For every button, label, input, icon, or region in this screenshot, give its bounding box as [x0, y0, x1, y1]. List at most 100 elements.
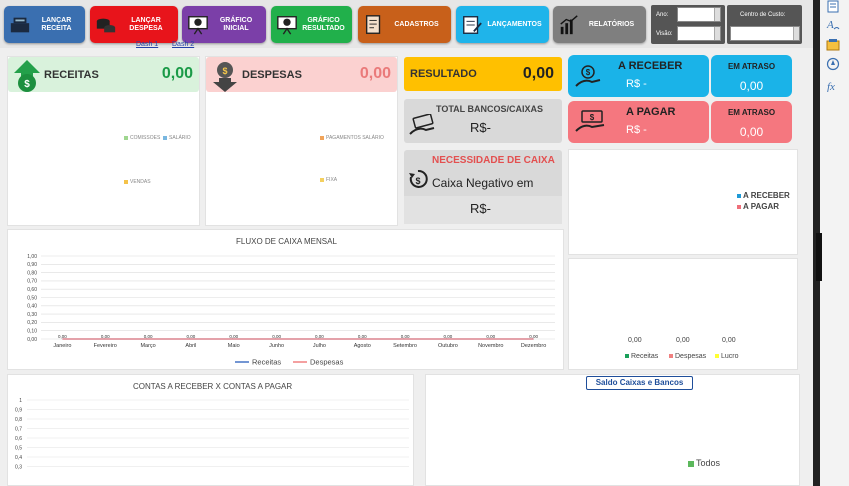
visao-label: Visão:	[656, 31, 673, 37]
necessidade-label: NECESSIDADE DE CAIXA	[432, 155, 555, 166]
ano-label: Ano:	[656, 12, 669, 18]
y-tick-label: 0,3	[15, 464, 22, 470]
money-hand-icon	[409, 114, 435, 135]
despesas-value: 0,00	[359, 65, 391, 82]
a-pagar-atraso-value: 0,00	[739, 125, 764, 139]
y-tick-label: 0,30	[27, 312, 37, 318]
styles-icon[interactable]: A	[826, 17, 840, 31]
navigator-icon[interactable]	[826, 57, 840, 71]
a-receber-atraso-value: 0,00	[739, 79, 764, 93]
centro-custo-select[interactable]	[730, 26, 800, 41]
cash-cycle-icon: $	[409, 169, 428, 188]
legend-a-receber: A RECEBER	[737, 191, 790, 200]
x-tick-label: Junho	[269, 343, 284, 349]
x-tick-label: Março	[140, 343, 155, 349]
resultado-label: RESULTADO	[410, 68, 477, 80]
despesas-kpi: $ DESPESAS 0,00	[206, 57, 397, 92]
total-bancos-value: R$-	[470, 120, 491, 135]
x-tick-label: Dezembro	[521, 343, 546, 349]
money-hand-icon: $	[575, 65, 601, 87]
y-tick-label: 0,00	[27, 337, 37, 343]
registration-icon	[365, 14, 381, 34]
money-up-icon: $	[14, 60, 40, 92]
receitas-label: RECEITAS	[44, 69, 99, 81]
visao-select[interactable]	[677, 26, 721, 41]
contas-chart-title: CONTAS A RECEBER X CONTAS A PAGAR	[133, 382, 293, 391]
a-pagar-atraso-label: EM ATRASO	[727, 108, 776, 117]
a-pagar-value: R$ -	[626, 124, 647, 136]
y-tick-label: 0,60	[27, 287, 37, 293]
grafico-resultado-button[interactable]: Gráfico Resultado	[271, 6, 352, 43]
legend-label: Despesas	[310, 358, 344, 367]
y-tick-label: 1,00	[27, 254, 37, 260]
data-label: 0,00	[486, 334, 495, 339]
y-tick-label: 0,70	[27, 279, 37, 285]
despesas-label: DESPESAS	[242, 69, 302, 81]
resumo-legend-receitas: Receitas	[625, 353, 658, 360]
y-tick-label: 0,80	[27, 270, 37, 276]
report-icon	[560, 14, 578, 34]
necessidade-sub: Caixa Negativo em	[432, 176, 534, 190]
cadastros-button[interactable]: Cadastros	[358, 6, 451, 43]
receitas-legend-comissoes: COMISSOES	[124, 135, 160, 141]
despesas-legend-pagamentos: PAGAMENTOS SALÁRIO	[320, 135, 384, 141]
x-tick-label: Maio	[228, 343, 240, 349]
y-tick-label: 0,10	[27, 329, 37, 335]
data-label: 0,00	[229, 334, 238, 339]
resumo-receitas-value: 0,00	[628, 337, 642, 344]
y-tick-label: 1	[19, 398, 22, 404]
y-tick-label: 0,40	[27, 304, 37, 310]
legend-label: Receitas	[252, 358, 281, 367]
svg-text:A: A	[826, 19, 834, 31]
svg-text:$: $	[586, 68, 591, 77]
svg-text:$: $	[415, 176, 420, 186]
despesas-legend-fixa: FIXA	[320, 177, 337, 183]
lancar-despesa-button[interactable]: Lançar Despesa	[90, 6, 178, 43]
ano-select[interactable]	[677, 7, 721, 22]
chart-board-icon	[277, 15, 297, 35]
receitas-value: 0,00	[161, 65, 193, 82]
resultado-kpi: RESULTADO 0,00	[404, 57, 562, 91]
properties-icon[interactable]	[826, 0, 840, 14]
lancar-receita-button[interactable]: Lançar Receita	[4, 6, 85, 43]
y-tick-label: 0,5	[15, 445, 22, 451]
y-tick-label: 0,4	[15, 455, 22, 461]
coins-icon	[96, 18, 116, 32]
grafico-inicial-button[interactable]: Gráfico Inicial	[182, 6, 266, 43]
svg-text:$: $	[590, 113, 595, 122]
x-tick-label: Janeiro	[53, 343, 71, 349]
data-label: 0,00	[187, 334, 196, 339]
svg-text:$: $	[222, 66, 227, 76]
x-tick-label: Fevereiro	[94, 343, 117, 349]
functions-icon[interactable]: fx	[826, 78, 840, 92]
dash2-link[interactable]: Dash 2	[172, 41, 194, 48]
a-pagar-label: A PAGAR	[626, 106, 676, 118]
saldo-legend-todos: Todos	[688, 458, 720, 468]
dash1-link[interactable]: Dash 1	[136, 41, 158, 48]
x-tick-label: Abril	[185, 343, 196, 349]
y-tick-label: 0,50	[27, 295, 37, 301]
data-label: 0,00	[58, 334, 67, 339]
legend-a-pagar: A PAGAR	[737, 202, 779, 211]
data-label: 0,00	[401, 334, 410, 339]
gallery-icon[interactable]	[826, 38, 840, 52]
relatorios-button[interactable]: Relatórios	[553, 6, 646, 43]
y-tick-label: 0,7	[15, 426, 22, 432]
x-tick-label: Novembro	[478, 343, 503, 349]
a-receber-value: R$ -	[626, 78, 647, 90]
lancamentos-button[interactable]: Lançamentos	[456, 6, 549, 43]
data-label: 0,00	[444, 334, 453, 339]
a-receber-atraso-label: EM ATRASO	[727, 62, 776, 71]
entries-icon	[463, 15, 482, 34]
resumo-lucro-value: 0,00	[722, 337, 736, 344]
a-receber-card: $ A RECEBER R$ -	[568, 55, 709, 97]
data-label: 0,00	[315, 334, 324, 339]
receitas-legend-salario: SALÁRIO	[163, 135, 191, 141]
fluxo-caixa-title: FLUXO DE CAIXA MENSAL	[236, 237, 337, 246]
a-pagar-atraso-card: EM ATRASO 0,00	[711, 101, 792, 143]
receitas-legend-vendas: VENDAS	[124, 179, 151, 185]
y-tick-label: 0,6	[15, 436, 22, 442]
sidebar-collapse-handle[interactable]	[816, 233, 822, 281]
contas-plot: 1 0,9 0,8 0,7 0,6 0,5 0,4 0,3	[15, 398, 409, 470]
cash-register-icon	[10, 17, 30, 32]
